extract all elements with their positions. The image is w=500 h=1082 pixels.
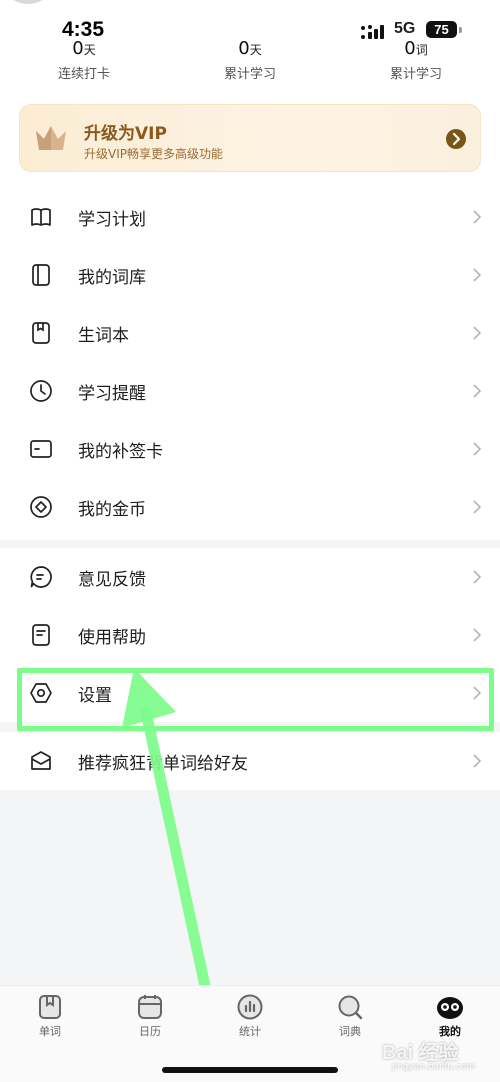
word-tab-icon — [39, 995, 61, 1019]
tab-label: 统计 — [239, 1025, 261, 1038]
menu-label: 推荐疯狂背单词给好友 — [78, 754, 248, 774]
menu-item-vocab-notebook[interactable]: 生词本 — [0, 304, 500, 362]
tab-profile[interactable]: 我的 — [400, 994, 500, 1039]
stat-value: 0 — [72, 38, 84, 59]
menu-item-recommend[interactable]: 推荐疯狂背单词给好友 — [0, 732, 500, 790]
menu-item-makeup-card[interactable]: 我的补签卡 — [0, 420, 500, 478]
calendar-tab-icon — [138, 995, 162, 1019]
clock-icon — [30, 380, 52, 402]
menu-item-my-coins[interactable]: 我的金币 — [0, 478, 500, 536]
profile-tab-icon — [437, 997, 463, 1019]
stats-tab-icon — [237, 994, 263, 1020]
chevron-right-icon — [473, 628, 482, 642]
menu-label: 我的金币 — [78, 500, 146, 520]
watermark-url: jingyan.baidu.com — [392, 1062, 476, 1072]
menu-item-word-bank[interactable]: 我的词库 — [0, 246, 500, 304]
chevron-right-icon — [473, 754, 482, 768]
chat-icon — [30, 566, 52, 588]
chevron-right-icon — [473, 442, 482, 456]
menu-label: 意见反馈 — [78, 570, 146, 590]
watermark-text: Bai 经验 — [382, 1042, 459, 1064]
share-envelope-icon — [31, 751, 51, 770]
help-doc-icon — [32, 624, 50, 646]
settings-highlight-box — [17, 668, 494, 731]
notebook-icon — [32, 322, 50, 344]
chevron-right-icon — [473, 384, 482, 398]
battery-level: 75 — [434, 22, 449, 37]
chevron-right-icon — [473, 210, 482, 224]
tab-dictionary[interactable]: 词典 — [300, 994, 400, 1039]
battery-nub — [459, 27, 462, 33]
home-indicator[interactable] — [162, 1067, 338, 1073]
vip-banner[interactable]: 升级为VIP 升级VIP畅享更多高级功能 — [19, 104, 481, 172]
card-icon — [30, 440, 52, 458]
stat-label: 累计学习 — [389, 67, 442, 82]
menu-label: 学习计划 — [78, 210, 146, 230]
dictionary-tab-icon — [338, 995, 363, 1020]
chevron-right-icon — [473, 268, 482, 282]
tab-word[interactable]: 单词 — [0, 994, 100, 1039]
menu-item-study-plan[interactable]: 学习计划 — [0, 188, 500, 246]
wordbank-icon — [32, 264, 50, 286]
chevron-right-icon — [473, 326, 482, 340]
tab-label: 日历 — [139, 1025, 161, 1038]
stat-value: 0 — [404, 38, 416, 59]
section-divider — [0, 540, 500, 548]
tab-label: 单词 — [39, 1025, 61, 1038]
tab-stats[interactable]: 统计 — [200, 994, 300, 1039]
stat-consecutive-days[interactable]: 0天 连续打卡 — [14, 38, 154, 82]
battery-icon: 75 — [426, 21, 457, 38]
tab-calendar[interactable]: 日历 — [100, 994, 200, 1039]
chevron-right-icon — [473, 570, 482, 584]
menu-label: 生词本 — [78, 326, 129, 346]
coin-icon — [30, 496, 52, 518]
vip-title: 升级为VIP — [84, 124, 167, 144]
crown-icon — [36, 126, 66, 150]
stat-total-days[interactable]: 0天 累计学习 — [180, 38, 320, 82]
stat-unit: 词 — [415, 43, 428, 57]
vip-arrow-icon[interactable] — [446, 129, 466, 149]
menu-label: 学习提醒 — [78, 384, 146, 404]
stat-label: 累计学习 — [223, 67, 276, 82]
stat-unit: 天 — [83, 43, 96, 57]
menu-label: 我的词库 — [78, 268, 146, 288]
menu-item-feedback[interactable]: 意见反馈 — [0, 548, 500, 606]
chevron-right-icon — [473, 500, 482, 514]
book-icon — [31, 208, 51, 226]
menu-item-help[interactable]: 使用帮助 — [0, 606, 500, 664]
menu-label: 使用帮助 — [78, 628, 146, 648]
menu-item-study-reminder[interactable]: 学习提醒 — [0, 362, 500, 420]
stat-unit: 天 — [249, 43, 262, 57]
menu-label: 我的补签卡 — [78, 442, 163, 462]
stat-value: 0 — [238, 38, 250, 59]
vip-subtitle: 升级VIP畅享更多高级功能 — [84, 147, 223, 161]
network-label: 5G — [394, 20, 416, 37]
stats-row: 0天 连续打卡 0天 累计学习 0词 累计学习 — [0, 38, 500, 90]
stat-label: 连续打卡 — [57, 67, 110, 82]
stat-total-words[interactable]: 0词 累计学习 — [346, 38, 486, 82]
